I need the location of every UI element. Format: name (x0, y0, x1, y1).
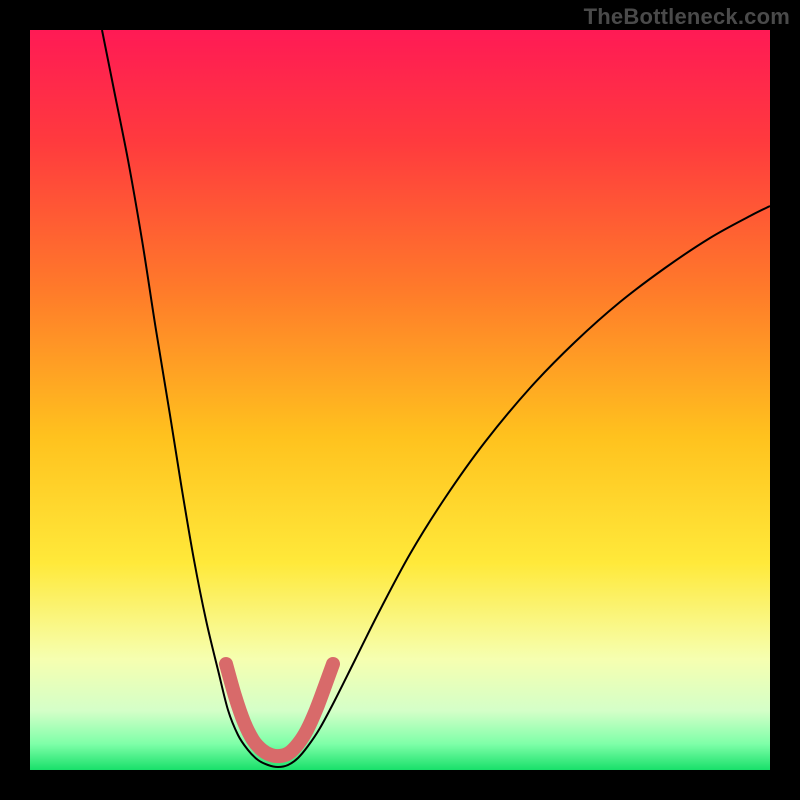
gradient-background (30, 30, 770, 770)
plot-area (30, 30, 770, 770)
watermark-label: TheBottleneck.com (584, 4, 790, 30)
chart-svg (30, 30, 770, 770)
chart-frame: TheBottleneck.com (0, 0, 800, 800)
